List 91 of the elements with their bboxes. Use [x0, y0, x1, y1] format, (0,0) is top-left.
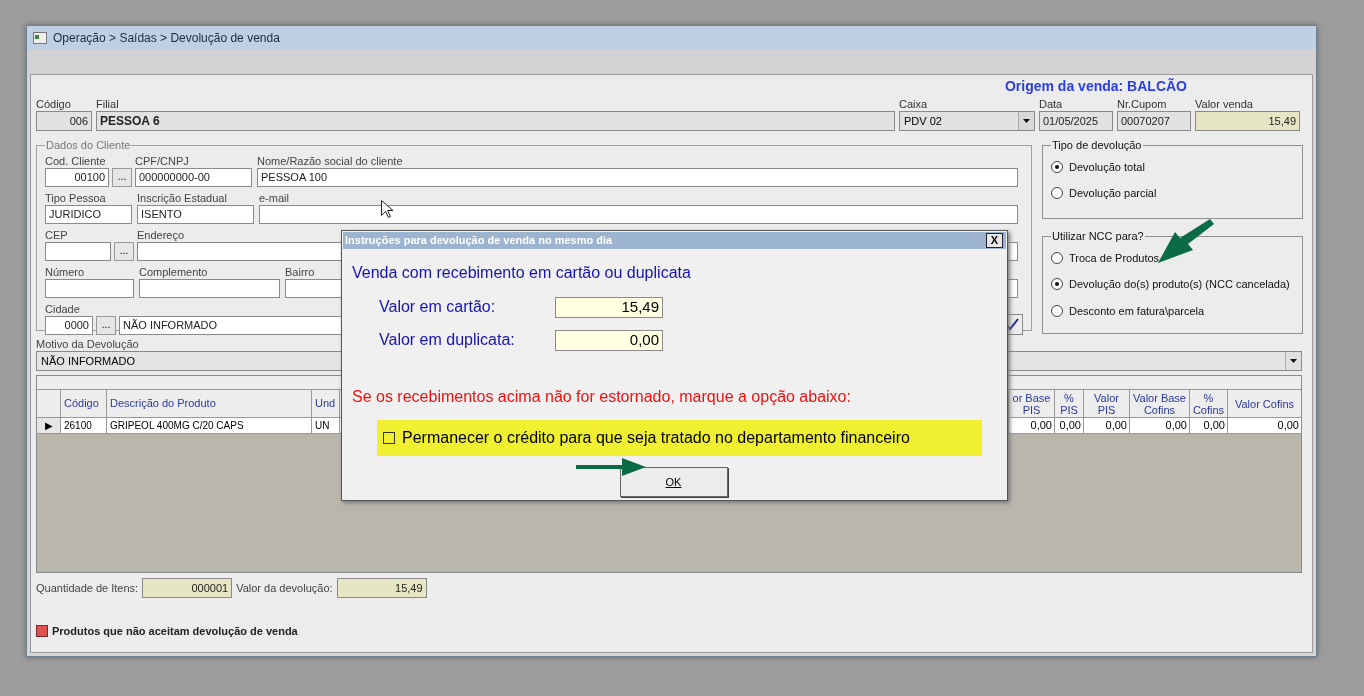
sale-origin: Origem da venda: BALCÃO — [1004, 78, 1187, 95]
radio-button[interactable] — [1051, 278, 1063, 291]
radio-button[interactable] — [1051, 304, 1063, 317]
field-label: Nome/Razão social do cliente — [257, 154, 403, 168]
input-field[interactable]: 0,00 — [555, 329, 663, 351]
input-field[interactable]: 000001 — [142, 578, 233, 598]
checkbox[interactable] — [383, 432, 395, 444]
table-cell: UN — [312, 418, 340, 433]
radio-button[interactable] — [1051, 251, 1063, 264]
radio-label: Devolução total — [1069, 159, 1145, 175]
field-label: CEP — [45, 228, 68, 242]
field-label: Motivo da Devolução — [36, 338, 139, 351]
field-label: Código — [36, 97, 71, 111]
radio-button[interactable] — [1051, 187, 1063, 200]
credit-option[interactable]: Permanecer o crédito para que seja tratado no departamento financeiro — [377, 420, 982, 456]
cursor-icon — [381, 200, 393, 218]
amount-label: Valor em cartão: — [379, 297, 497, 317]
checkbox-label: Permanecer o crédito para que seja tratado no departamento financeiro — [402, 428, 910, 448]
amount-label: Valor em duplicata: — [379, 330, 516, 350]
radio-button[interactable] — [1051, 160, 1063, 173]
radio-label: Devolução do(s) produto(s) (NCC cancelada) — [1069, 277, 1290, 292]
field-label: CPF/CNPJ — [135, 154, 189, 168]
input-field[interactable] — [45, 241, 111, 261]
column-header: % PIS — [1054, 390, 1083, 417]
lookup-button[interactable]: ... — [114, 241, 134, 261]
column-header: Und — [312, 390, 340, 417]
input-field[interactable]: 00070207 — [1117, 111, 1191, 131]
legend-label: Produtos que não aceitam devolução de venda — [52, 624, 298, 639]
input-field[interactable]: JURIDICO — [45, 204, 132, 224]
field-label: Quantidade de Itens: — [36, 580, 139, 596]
field-label: Caixa — [899, 97, 928, 111]
group-title: Dados do Cliente — [45, 138, 132, 153]
input-field[interactable]: 0000 — [45, 315, 93, 335]
field-label: Data — [1039, 97, 1063, 111]
input-field[interactable]: 00100 — [45, 167, 109, 187]
window-title: Operação > Saídas > Devolução de venda — [53, 30, 280, 47]
dialog-title: Instruções para devolução de venda no mesmo dia — [345, 233, 613, 249]
ok-button[interactable]: OK — [619, 467, 728, 497]
table-cell: GRIPEOL 400MG C/20 CAPS — [107, 418, 312, 433]
table-cell: ▶ — [37, 418, 61, 433]
group-title: Tipo de devolução — [1051, 138, 1143, 153]
input-field[interactable]: 006 — [36, 111, 92, 131]
radio-label: Desconto em fatura\parcela — [1069, 303, 1205, 319]
group-title: Utilizar NCC para? — [1051, 229, 1145, 244]
lookup-button[interactable]: ... — [96, 315, 116, 335]
field-label: Cidade — [45, 302, 80, 316]
input-field[interactable]: 15,49 — [1195, 111, 1300, 131]
field-label: e-mail — [259, 191, 289, 205]
column-header: % Cofins — [1189, 390, 1227, 417]
field-label: Número — [45, 265, 85, 279]
warning-text: Se os recebimentos acima não for estornado, marque a opção abaixo: — [352, 387, 852, 407]
dropdown[interactable]: PDV 02 — [899, 111, 1035, 131]
input-field[interactable] — [45, 278, 134, 298]
arrow-icon — [1158, 219, 1214, 263]
field-label: Endereço — [137, 228, 185, 242]
table-cell: 0,00 — [1083, 418, 1129, 433]
radio-label: Troca de Produtos — [1069, 250, 1160, 266]
input-field[interactable]: 000000000-00 — [135, 167, 252, 187]
dialog-heading: Venda com recebimento em cartão ou duplicata — [352, 263, 692, 283]
lookup-button[interactable]: ... — [112, 167, 132, 187]
input-field[interactable]: ISENTO — [137, 204, 254, 224]
column-header: Código — [61, 390, 107, 417]
table-cell: 0,00 — [1054, 418, 1083, 433]
table-cell: 0,00 — [1227, 418, 1301, 433]
table-cell: 26100 — [61, 418, 107, 433]
input-field[interactable]: 15,49 — [336, 578, 427, 598]
app-icon — [33, 32, 47, 44]
input-field[interactable]: 01/05/2025 — [1039, 111, 1113, 131]
table-cell: 0,00 — [1129, 418, 1189, 433]
radio-label: Devolução parcial — [1069, 186, 1157, 201]
field-label: Tipo Pessoa — [45, 191, 106, 205]
field-label: Bairro — [285, 265, 315, 279]
field-label: Inscrição Estadual — [137, 191, 227, 205]
input-field[interactable]: PESSOA 100 — [257, 167, 1018, 187]
input-field[interactable] — [139, 278, 280, 298]
table-cell: 0,00 — [1189, 418, 1227, 433]
field-label: Valor venda — [1195, 97, 1253, 111]
field-label: Filial — [96, 97, 119, 111]
field-label: Nr.Cupom — [1117, 97, 1167, 111]
field-label: Complemento — [139, 265, 208, 279]
input-field[interactable] — [259, 204, 1018, 224]
column-header: Descrição do Produto — [107, 390, 312, 417]
field-label: Cod. Cliente — [45, 154, 106, 168]
column-header: Valor Base Cofins — [1129, 390, 1189, 417]
arrow-icon — [576, 457, 646, 477]
column-header: Valor PIS — [1083, 390, 1129, 417]
input-field[interactable]: 15,49 — [555, 296, 663, 318]
field-label: Valor da devolução: — [236, 580, 333, 596]
input-field[interactable]: PESSOA 6 — [96, 111, 895, 131]
column-header: Valor Cofins — [1227, 390, 1301, 417]
close-button[interactable]: X — [986, 233, 1003, 248]
